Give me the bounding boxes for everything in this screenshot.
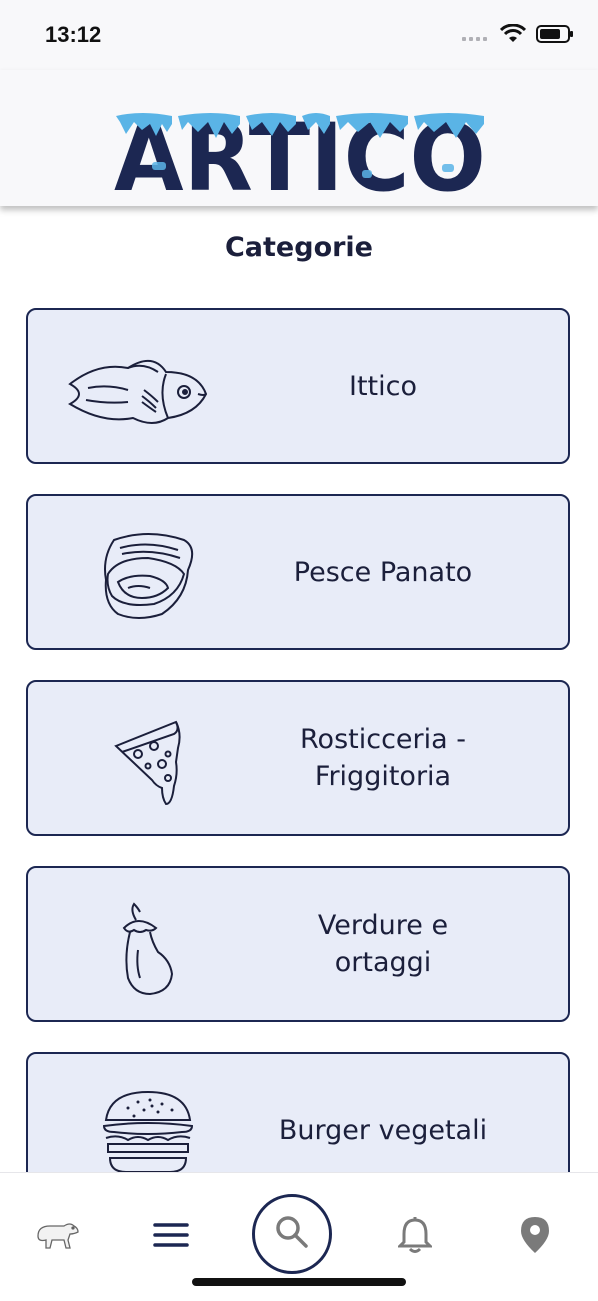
tab-menu[interactable] [146, 1212, 196, 1262]
category-label: Ittico [348, 370, 417, 402]
status-icons [462, 23, 574, 48]
search-icon [274, 1214, 310, 1254]
category-card-rosticceria[interactable]: Rosticceria - Friggitoria [26, 680, 570, 836]
burger-icon [58, 1076, 218, 1172]
category-label: Verdure e ortaggi [317, 910, 449, 978]
page-title: Categorie [224, 232, 373, 263]
polar-bear-icon [34, 1218, 80, 1256]
category-card-burger[interactable]: Burger vegetali [26, 1052, 570, 1172]
status-bar: 13:12 [0, 0, 598, 70]
menu-icon [153, 1221, 189, 1253]
artico-logo: ARTICO [112, 104, 488, 213]
app-header: ARTICO [0, 70, 598, 213]
tab-search[interactable] [252, 1194, 332, 1274]
fish-icon [58, 332, 218, 444]
pizza-slice-icon [58, 704, 218, 816]
tab-location[interactable] [510, 1212, 560, 1262]
battery-icon [536, 24, 574, 48]
tab-home[interactable] [32, 1212, 82, 1262]
oyster-icon [58, 518, 218, 630]
category-card-pesce-panato[interactable]: Pesce Panato [26, 494, 570, 650]
wifi-icon [499, 23, 527, 48]
location-pin-icon [520, 1216, 550, 1258]
tab-notifications[interactable] [390, 1212, 440, 1262]
category-label: Burger vegetali [278, 1114, 488, 1146]
category-card-verdure[interactable]: Verdure e ortaggi [26, 866, 570, 1022]
content-area: Categorie Ittico Pesce Panato Rosticceri… [0, 206, 598, 1172]
bell-icon [396, 1216, 434, 1258]
category-card-ittico[interactable]: Ittico [26, 308, 570, 464]
category-label: Rosticceria - Friggitoria [300, 724, 466, 792]
signal-icon [462, 27, 490, 46]
category-label: Pesce Panato [293, 556, 473, 588]
home-indicator [192, 1278, 406, 1286]
eggplant-icon [58, 890, 218, 1002]
status-time: 13:12 [45, 22, 102, 47]
